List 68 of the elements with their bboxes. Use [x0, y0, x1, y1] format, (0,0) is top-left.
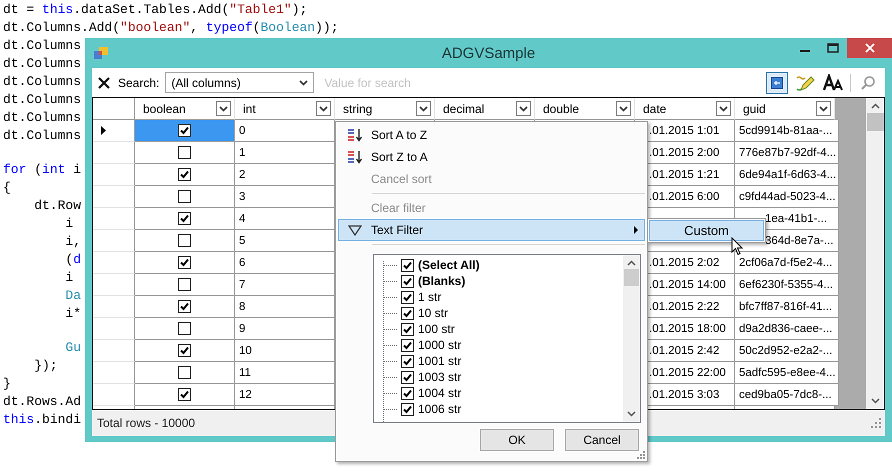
grid-cell[interactable]: 5adfc595-e8ee-4... [735, 362, 839, 384]
column-header[interactable]: string [343, 102, 372, 116]
code-line: i [64, 215, 74, 233]
value-label[interactable]: 1006 str [418, 402, 462, 416]
grid-cell[interactable]: 1 [235, 142, 335, 164]
grid-cell[interactable]: 7 [235, 274, 335, 296]
grid-cell[interactable]: ced9ba05-7dc8-... [735, 384, 839, 406]
grid-cell[interactable]: 6 [235, 252, 335, 274]
dialog-button[interactable]: OK [480, 429, 554, 452]
grid-cell[interactable]: 6ef6230f-5355-4... [735, 274, 839, 296]
code-line: }); [33, 357, 58, 375]
dialog-button[interactable]: Cancel [565, 429, 639, 452]
value-label[interactable]: (Blanks) [418, 274, 466, 288]
code-line: (d [64, 251, 82, 269]
value-label[interactable]: 1001 str [418, 354, 462, 368]
grid-cell[interactable]: 4 [235, 208, 335, 230]
grid-cell[interactable]: 6de94a1f-6d63-4... [735, 164, 839, 186]
code-line: dt.Columns.Add("boolean", typeof(Boolean)); [3, 19, 338, 37]
code-line: dt.Columns [3, 91, 82, 109]
grid-cell[interactable]: 5cd9914b-81aa-... [735, 120, 839, 142]
value-label[interactable]: 100 str [418, 322, 455, 336]
code-line: } [3, 375, 11, 393]
code-line: i [64, 269, 74, 287]
grid-cell[interactable]: 50c2d952-e2a2-... [735, 340, 839, 362]
code-line: i* [64, 305, 82, 323]
menu-item[interactable]: Custom [649, 220, 764, 241]
code-line: dt.Row [33, 197, 82, 215]
code-line: dt.Columns [3, 109, 82, 127]
code-line: dt.Columns [3, 37, 82, 55]
code-line: Da [64, 287, 82, 305]
grid-cell[interactable]: 9 [235, 318, 335, 340]
value-label[interactable]: 1 str [418, 290, 442, 304]
value-label[interactable]: 1000 str [418, 338, 462, 352]
code-line: this.bindi [3, 411, 82, 429]
grid-cell[interactable]: 8 [235, 296, 335, 318]
code-line: dt = this.dataSet.Tables.Add("Table1"); [3, 1, 308, 19]
grid-cell[interactable]: 2cf06a7d-f5e2-4... [735, 252, 839, 274]
grid-cell[interactable]: 776e87b7-92df-4... [735, 142, 839, 164]
code-line: Gu [64, 339, 82, 357]
code-line: { [3, 179, 11, 197]
value-label[interactable]: 1004 str [418, 386, 462, 400]
total-rows-label: Total rows - 10000 [97, 416, 196, 430]
column-header[interactable]: guid [743, 102, 766, 116]
code-line: dt.Columns [3, 73, 82, 91]
grid-cell[interactable]: d9a2d836-caee-... [735, 318, 839, 340]
value-label[interactable]: (Select All) [418, 258, 480, 272]
code-line: dt.Columns [3, 55, 82, 73]
column-header[interactable]: int [243, 102, 256, 116]
grid-cell[interactable]: 10 [235, 340, 335, 362]
column-header[interactable]: date [643, 102, 666, 116]
grid-cell[interactable]: 2 [235, 164, 335, 186]
grid-cell[interactable]: bfc7ff87-816f-41... [735, 296, 839, 318]
code-line: i, [64, 233, 82, 251]
grid-cell[interactable]: 11 [235, 362, 335, 384]
grid-cell[interactable]: c9fd44ad-5023-4... [735, 186, 839, 208]
grid-cell[interactable]: 0 [235, 120, 335, 142]
grid-cell[interactable]: 3 [235, 186, 335, 208]
menu-item[interactable]: Text Filter [338, 219, 645, 241]
grid-cell[interactable]: 5 [235, 230, 335, 252]
window-title: ADGVSample [442, 44, 536, 62]
value-label[interactable]: 10 str [418, 306, 448, 320]
column-select[interactable]: (All columns) [165, 72, 314, 93]
grid-cell[interactable]: 12 [235, 384, 335, 406]
code-line: for (int i [3, 161, 82, 179]
code-line: dt.Rows.Ad [3, 393, 82, 411]
code-line: dt.Columns [3, 127, 82, 145]
value-label[interactable]: 1003 str [418, 370, 462, 384]
search-label: Search: [118, 76, 160, 90]
